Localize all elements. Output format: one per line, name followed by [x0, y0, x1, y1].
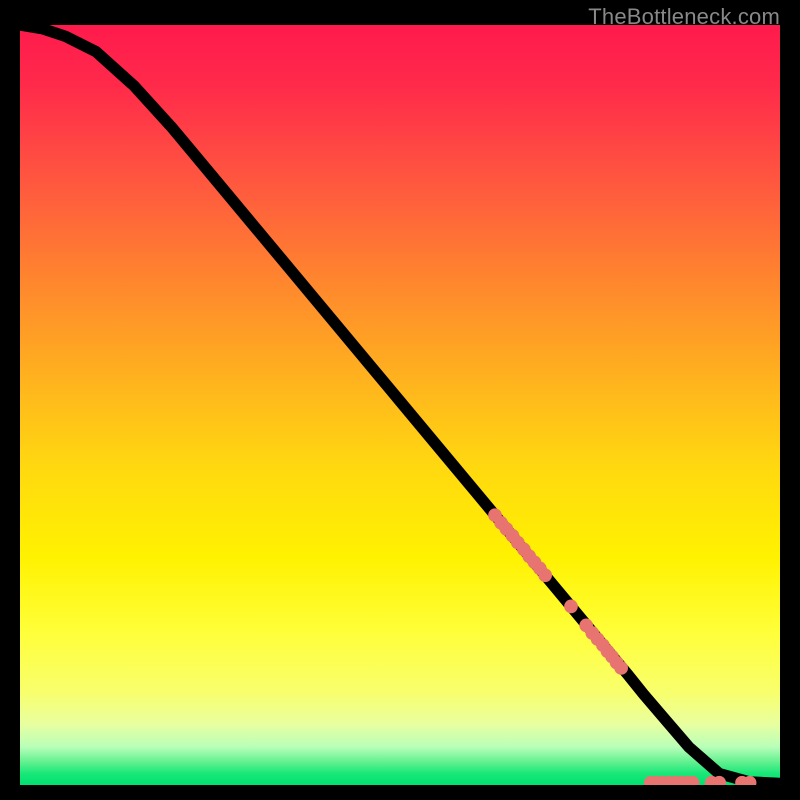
- chart-svg: [20, 25, 780, 785]
- data-point: [564, 600, 578, 614]
- data-point: [538, 568, 552, 582]
- performance-curve: [20, 25, 780, 783]
- chart-plot-area: [20, 25, 780, 785]
- data-points-group: [488, 508, 756, 785]
- data-point: [614, 661, 628, 675]
